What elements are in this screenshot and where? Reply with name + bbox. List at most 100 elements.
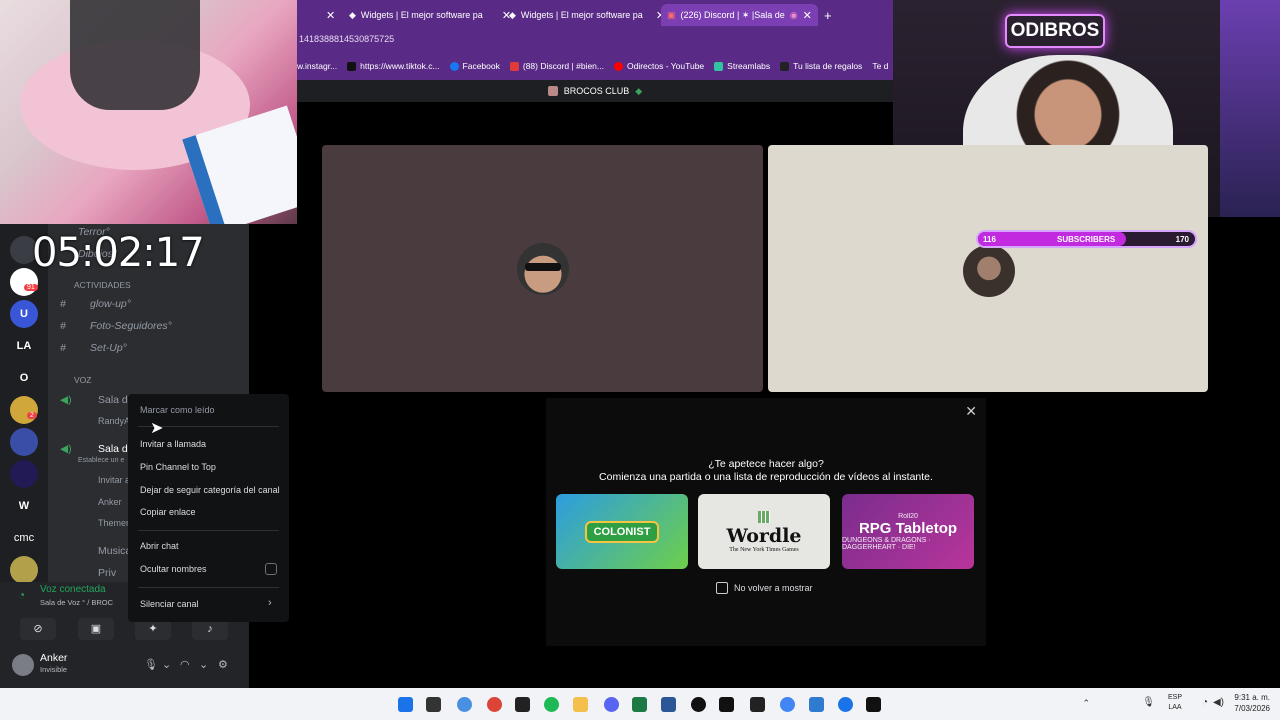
call-tile-2[interactable]: [768, 145, 1208, 392]
user-panel[interactable]: Anker Invisible 🎙 ⌄ ◠ ⌄ ⚙: [12, 652, 242, 682]
tab-discord[interactable]: ▣ (226) Discord | ✶ |Sala de ◉ ✕: [661, 4, 818, 26]
channel-setup[interactable]: Set-Up°: [90, 342, 127, 354]
channel-foto-seguidores[interactable]: Foto-Seguidores°: [90, 320, 172, 332]
bookmark-facebook[interactable]: Facebook: [449, 58, 500, 74]
discord-icon[interactable]: [604, 697, 619, 712]
close-icon[interactable]: ✕: [965, 403, 977, 420]
file-explorer-icon[interactable]: [573, 697, 588, 712]
server-icon-6[interactable]: [10, 556, 38, 584]
edge-icon[interactable]: [838, 697, 853, 712]
menu-mute-channel[interactable]: Silenciar canal: [140, 599, 199, 609]
menu-mark-read[interactable]: Marcar como leído: [140, 405, 215, 415]
chevron-up-icon[interactable]: ⌃: [1082, 698, 1090, 709]
bookmark-discord[interactable]: (88) Discord | #bien...: [509, 58, 604, 74]
microphone-icon[interactable]: 🎙: [144, 658, 158, 671]
bookmarks-bar: w.instagr... https://www.tiktok.c... Fac…: [297, 58, 893, 74]
close-icon[interactable]: ✕: [803, 9, 812, 22]
youtube-icon: [613, 61, 623, 71]
bookmark-tiktok[interactable]: https://www.tiktok.c...: [347, 58, 440, 74]
activity-card-wordle[interactable]: Wordle The New York Times Games: [698, 494, 830, 569]
bookmark-amazon[interactable]: Tu lista de regalos: [780, 58, 862, 74]
system-clock[interactable]: 9:31 a. m. 7/03/2026: [1234, 692, 1270, 714]
windows-start-icon[interactable]: [398, 697, 413, 712]
screen-share-button[interactable]: ▣: [78, 618, 114, 640]
server-icon-u[interactable]: U: [10, 300, 38, 328]
chrome-icon[interactable]: [780, 697, 795, 712]
user-status: Invisible: [40, 665, 68, 674]
server-w[interactable]: W: [10, 492, 38, 520]
voice-channel-priv[interactable]: Priv: [98, 567, 116, 579]
amazon-icon: [780, 61, 790, 71]
layout-label: LAA: [1168, 704, 1182, 711]
tab-widgets-1[interactable]: ◆ Widgets | El mejor software pa ✕: [349, 6, 511, 24]
avatar[interactable]: [12, 654, 34, 676]
tab-close-icon[interactable]: ✕: [326, 6, 335, 24]
bookmark-youtube[interactable]: Odirectos - YouTube: [613, 58, 704, 74]
copilot-icon[interactable]: [457, 697, 472, 712]
task-view-icon[interactable]: [426, 697, 441, 712]
speaker-icon: ◀): [60, 443, 72, 455]
server-la[interactable]: LA: [10, 332, 38, 360]
menu-unfollow-category[interactable]: Dejar de seguir categoría del canal: [140, 485, 280, 495]
menu-open-chat[interactable]: Abrir chat: [140, 541, 179, 551]
headphones-icon[interactable]: ◠: [180, 658, 190, 671]
category-actividades[interactable]: ACTIVIDADES: [74, 280, 131, 290]
server-o[interactable]: O: [10, 364, 38, 392]
menu-invite[interactable]: Invitar a llamada: [140, 439, 206, 449]
menu-pin[interactable]: Pin Channel to Top: [140, 462, 216, 472]
server-icon-5[interactable]: [10, 460, 38, 488]
voice-channel-path: Sala de Voz ° / BROC: [40, 598, 114, 607]
new-tab-button[interactable]: +: [824, 6, 832, 24]
menu-copy-link[interactable]: Copiar enlace: [140, 507, 196, 517]
wifi-icon[interactable]: ◔: [1202, 697, 1208, 708]
call-of-duty-icon[interactable]: [866, 697, 881, 712]
camera-off-button[interactable]: ⊘: [20, 618, 56, 640]
voice-invite[interactable]: Invitar a: [98, 475, 130, 485]
voice-status-label[interactable]: Voz conectada: [40, 584, 106, 595]
capcut-icon[interactable]: [719, 697, 734, 712]
epic-games-icon[interactable]: [750, 697, 765, 712]
call-tile-1[interactable]: [322, 145, 763, 392]
chevron-down-icon[interactable]: ⌄: [199, 658, 208, 671]
widgets-icon: ◆: [349, 9, 356, 20]
tab-widgets-2[interactable]: ◆ Widgets | El mejor software pa ✕: [509, 6, 665, 24]
bookmark-label: (88) Discord | #bien...: [522, 61, 604, 71]
bookmark-instagram[interactable]: w.instagr...: [297, 58, 337, 74]
voice-user[interactable]: Anker: [98, 497, 122, 507]
chevron-down-icon[interactable]: ⌄: [162, 658, 171, 671]
gear-icon[interactable]: ⚙: [218, 658, 228, 671]
activity-subtitle: Comienza una partida o una lista de repr…: [599, 471, 933, 483]
dont-show-checkbox[interactable]: No volver a mostrar: [716, 582, 813, 594]
voice-channel-musica[interactable]: Musica: [98, 545, 131, 557]
menu-hide-names[interactable]: Ocultar nombres: [140, 564, 207, 574]
spotify-icon[interactable]: [544, 697, 559, 712]
category-voz[interactable]: VOZ: [74, 375, 91, 385]
checkbox-icon[interactable]: [265, 563, 277, 575]
word-icon[interactable]: [661, 697, 676, 712]
bookmark-streamlabs[interactable]: Streamlabs: [714, 58, 770, 74]
voice-user[interactable]: RandyA: [98, 416, 130, 426]
excel-icon[interactable]: [632, 697, 647, 712]
obs-icon[interactable]: [691, 697, 706, 712]
chrome-icon[interactable]: [487, 697, 502, 712]
voice-user[interactable]: Themer: [98, 518, 129, 528]
address-bar[interactable]: 1418388814530875725: [297, 34, 893, 50]
epic-games-icon[interactable]: [515, 697, 530, 712]
microphone-icon[interactable]: 🎙: [1142, 697, 1155, 708]
server-icon-3[interactable]: [10, 396, 38, 424]
checkbox-icon[interactable]: [716, 582, 728, 594]
webcam-left: [0, 0, 297, 224]
webcam-chair: [70, 0, 200, 110]
volume-icon[interactable]: ◀): [1213, 697, 1224, 708]
bookmark-label: w.instagr...: [297, 61, 338, 71]
activity-card-rpg[interactable]: Roll20 RPG Tabletop DUNGEONS & DRAGONS ·…: [842, 494, 974, 569]
participant-avatar: [517, 243, 569, 295]
channel-glowup[interactable]: glow-up°: [90, 298, 131, 310]
activity-card-colonist[interactable]: COLONIST: [556, 494, 688, 569]
bookmark-other[interactable]: Te d: [872, 58, 888, 74]
activity-title: ¿Te apetece hacer algo?: [708, 458, 824, 470]
server-cmc[interactable]: cmc: [10, 524, 38, 552]
language-indicator[interactable]: ESP LAA: [1168, 693, 1182, 713]
photos-icon[interactable]: [809, 697, 824, 712]
server-icon-4[interactable]: [10, 428, 38, 456]
